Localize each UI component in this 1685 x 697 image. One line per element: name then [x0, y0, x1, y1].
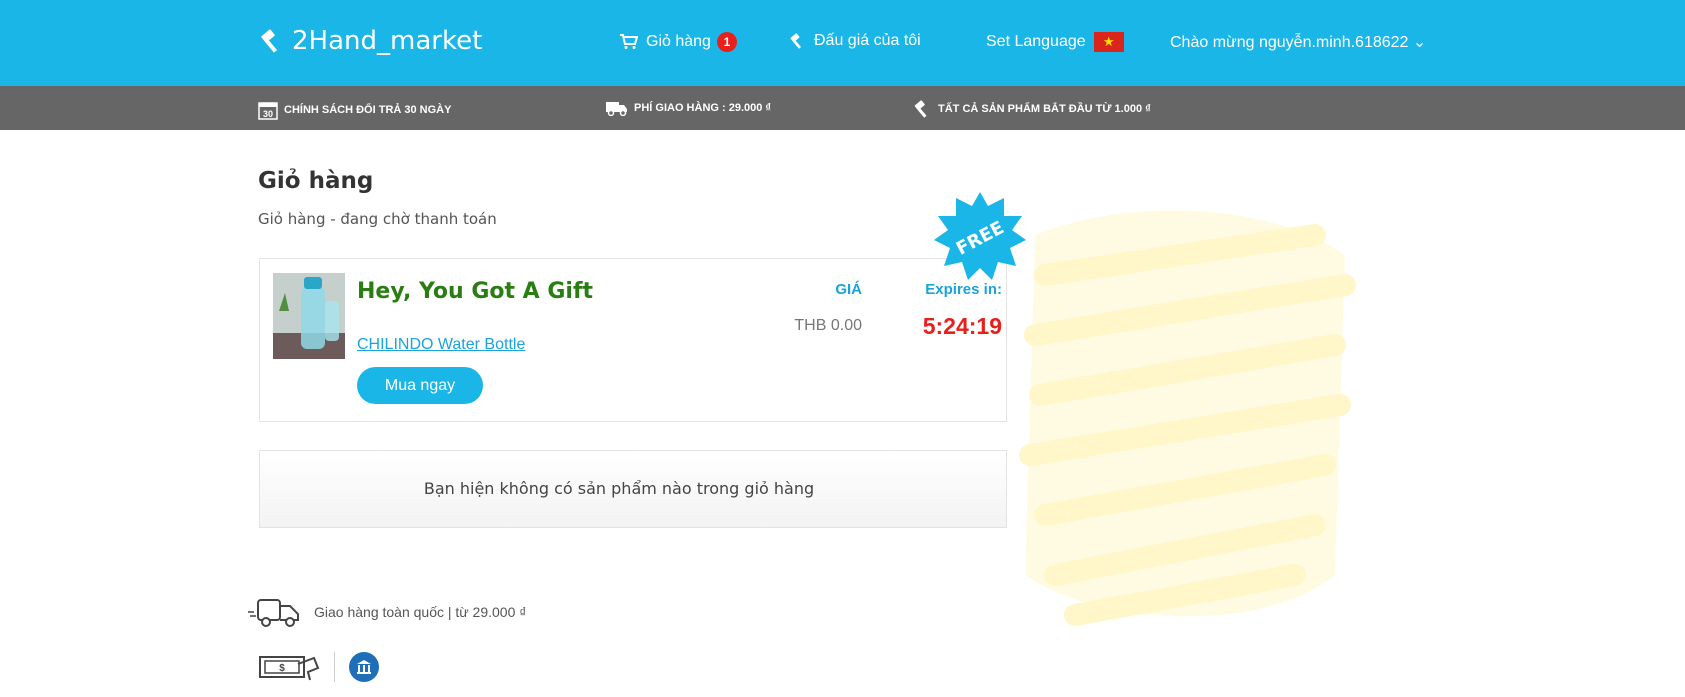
brand-name: 2Hand_market [292, 26, 483, 56]
cash-payment-icon: $ [259, 656, 320, 681]
vietnam-flag-icon: ★ [1093, 32, 1124, 52]
gift-title: Hey, You Got A Gift [357, 279, 594, 304]
svg-text:$: $ [279, 663, 285, 674]
shipping-text: Giao hàng toàn quốc | từ 29.000 ₫ [314, 604, 527, 620]
shipping-fee-promo: PHÍ GIAO HÀNG : 29.000 ₫ [606, 100, 771, 116]
water-bottle-thumbnail[interactable] [273, 273, 345, 359]
payment-divider [334, 652, 335, 682]
cart-count-badge: 1 [716, 32, 737, 52]
return-policy-text: CHÍNH SÁCH ĐỔI TRẢ 30 NGÀY [284, 104, 452, 116]
page-title: Giỏ hàng [258, 168, 374, 194]
buy-now-button[interactable]: Mua ngay [357, 367, 483, 404]
gift-card: Hey, You Got A Gift CHILINDO Water Bottl… [259, 258, 1007, 422]
yellow-scribble-overlay [1019, 210, 1356, 626]
payment-methods: $ [258, 652, 379, 682]
promo-bar [0, 86, 1685, 130]
bank-icon [349, 652, 379, 682]
set-language-label: Set Language [986, 33, 1086, 50]
delivery-truck-icon [248, 599, 299, 627]
my-auctions-link[interactable]: Đấu giá của tôi [788, 32, 921, 50]
set-language-menu[interactable]: Set Language ★ [986, 32, 1124, 52]
free-badge-icon: FREE [934, 192, 1026, 280]
user-menu[interactable]: Chào mừng nguyễn.minh.618622 ⌄ [1170, 32, 1426, 52]
return-policy-promo: 30 CHÍNH SÁCH ĐỔI TRẢ 30 NGÀY [258, 100, 451, 120]
shipping-fee-text: PHÍ GIAO HÀNG : 29.000 ₫ [634, 102, 772, 114]
gavel-icon [790, 33, 802, 49]
all-products-promo: TẤT CẢ SẢN PHẨM BẮT ĐẦU TỪ 1.000 ₫ [912, 100, 1151, 118]
nationwide-shipping-info: Giao hàng toàn quốc | từ 29.000 ₫ [246, 596, 526, 628]
product-link[interactable]: CHILINDO Water Bottle [357, 336, 525, 354]
all-products-text: TẤT CẢ SẢN PHẨM BẮT ĐẦU TỪ 1.000 ₫ [938, 103, 1151, 115]
price-header: GIÁ [835, 281, 862, 298]
user-greeting: Chào mừng nguyễn.minh.618622 ⌄ [1170, 34, 1427, 51]
truck-icon [606, 102, 627, 116]
cart-nav-link[interactable]: Giỏ hàng 1 [620, 32, 737, 52]
water-bottle-image [273, 273, 345, 359]
my-auctions-label: Đấu giá của tôi [814, 32, 921, 49]
countdown-timer: 5:24:19 [922, 313, 1002, 339]
calendar-day-number: 30 [263, 109, 273, 119]
empty-cart-notice: Bạn hiện không có sản phẩm nào trong giỏ… [259, 450, 1007, 528]
price-value: THB 0.00 [794, 317, 862, 334]
gavel-icon [261, 29, 278, 53]
calendar-icon: 30 [258, 102, 278, 120]
gavel-icon [914, 100, 927, 118]
brand-logo[interactable]: 2Hand_market [258, 26, 482, 56]
cart-icon [620, 34, 638, 49]
page-subtitle: Giỏ hàng - đang chờ thanh toán [258, 210, 497, 228]
empty-cart-message: Bạn hiện không có sản phẩm nào trong giỏ… [423, 479, 815, 498]
cart-nav-label: Giỏ hàng [646, 33, 711, 50]
